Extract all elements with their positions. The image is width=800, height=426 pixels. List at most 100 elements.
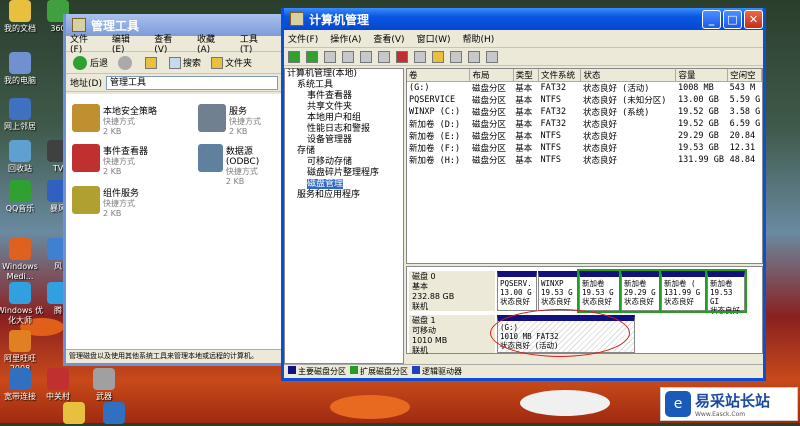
table-row[interactable]: PQSERVICE 磁盘分区 基本 NTFS 状态良好 (未知分区) 13.00 GB 5.… [407, 94, 762, 106]
maximize-button[interactable]: □ [723, 9, 742, 29]
tree-node[interactable]: 磁盘碎片整理程序 [285, 168, 403, 179]
table-cell: FAT32 [540, 107, 567, 117]
disk0-partition[interactable]: PQSERV. 13.00 G 状态良好 [497, 271, 537, 311]
shortcut-item[interactable]: 数据源 (ODBC) 快捷方式 2 KB [198, 144, 282, 187]
forward-button[interactable] [115, 54, 138, 72]
item-size: 2 KB [225, 177, 245, 186]
shortcut-item[interactable]: 组件服务 快捷方式 2 KB [72, 186, 139, 219]
table-row[interactable]: (G:) 磁盘分区 基本 FAT32 状态良好 (活动) 1008 MB 543 M [407, 82, 762, 94]
table-cell: 新加卷 (D:) [409, 120, 461, 130]
column-header[interactable]: 文件系统 [538, 69, 582, 82]
disk0-label[interactable]: 磁盘 0 基本 232.88 GB 联机 [409, 271, 495, 311]
tree-node[interactable]: 事件查看器 [285, 91, 403, 102]
desktop-icon[interactable]: 武器 [80, 368, 128, 402]
toolbar-tool-icon[interactable] [324, 50, 336, 63]
tree-node[interactable]: 性能日志和警报 [285, 124, 403, 135]
tree-node[interactable]: 可移动存储 [285, 157, 403, 168]
shortcut-item[interactable]: 服务 快捷方式 2 KB [198, 104, 261, 137]
app-icon [9, 238, 31, 260]
disk0-partition[interactable]: 新加卷 19.53 GI 状态良好 [705, 269, 747, 315]
desktop-icon[interactable]: 中关村 [34, 368, 82, 402]
toolbar-tool-icon[interactable] [306, 50, 318, 63]
column-header[interactable]: 空闲空 [727, 69, 762, 82]
tree-node[interactable]: 共享文件夹 [285, 102, 403, 113]
table-row[interactable]: WINXP (C:) 磁盘分区 基本 FAT32 状态良好 (系统) 19.52 GB 3.… [407, 106, 762, 118]
search-icon [169, 56, 182, 69]
table-cell: WINXP (C:) [409, 107, 461, 117]
disk1-status: 联机 [412, 346, 428, 355]
table-cell: FAT32 [540, 83, 567, 93]
disk0-partition[interactable]: 新加卷 29.29 G 状态良好 [619, 269, 662, 313]
cm-menu-file[interactable]: 文件(F) [288, 32, 318, 45]
table-cell: 磁盘分区 [471, 144, 506, 154]
cm-menu-help[interactable]: 帮助(H) [463, 32, 495, 45]
table-cell: NTFS [540, 95, 562, 105]
tree-node-label: 存储 [297, 146, 316, 156]
item-size: 2 KB [103, 127, 122, 136]
disk1-size: 1010 MB [412, 336, 448, 345]
menu-tools[interactable]: 工具(T) [240, 32, 270, 55]
tree-node[interactable]: 设备管理器 [285, 135, 403, 146]
menu-view[interactable]: 查看(V) [154, 32, 185, 55]
desktop-icon[interactable]: 我的电脑 [0, 52, 44, 86]
toolbar-tool-icon[interactable] [432, 50, 444, 63]
taskbar-icon-2[interactable] [90, 402, 138, 426]
app-icon [9, 98, 31, 120]
up-button[interactable] [142, 54, 162, 72]
column-header[interactable]: 类型 [513, 69, 540, 82]
table-row[interactable]: 新加卷 (F:) 磁盘分区 基本 NTFS 状态良好 19.53 GB 12.31 [407, 142, 762, 154]
disk1-label[interactable]: 磁盘 1 可移动 1010 MB 联机 [409, 315, 495, 355]
tree-node[interactable]: 服务和应用程序 [285, 190, 403, 201]
search-button[interactable]: 搜索 [166, 54, 204, 72]
toolbar-tool-icon[interactable] [486, 50, 498, 63]
toolbar-tool-icon[interactable] [414, 50, 426, 63]
back-button[interactable]: 后退 [70, 54, 111, 72]
toolbar-tool-icon[interactable] [468, 50, 480, 63]
cm-menu-window[interactable]: 窗口(W) [417, 32, 451, 45]
tree-node[interactable]: 磁盘管理 [285, 179, 403, 190]
cm-menu-view[interactable]: 查看(V) [373, 32, 404, 45]
tree-node[interactable]: 存储 [285, 146, 403, 157]
desktop-icon-label: 我的电脑 [4, 76, 36, 85]
address-input[interactable]: 管理工具 [105, 75, 278, 90]
column-header[interactable]: 状态 [580, 69, 677, 82]
toolbar-tool-icon[interactable] [288, 50, 300, 63]
toolbar-tool-icon[interactable] [396, 50, 408, 63]
tree-node[interactable]: 系统工具 [285, 80, 403, 91]
tree-node[interactable]: 计算机管理(本地) [285, 69, 403, 80]
partition-status: 状态良好 [710, 306, 740, 315]
menu-favorites[interactable]: 收藏(A) [197, 32, 228, 55]
folders-button[interactable]: 文件夹 [208, 54, 255, 72]
menu-file[interactable]: 文件(F) [70, 32, 100, 55]
toolbar-tool-icon[interactable] [360, 50, 372, 63]
shortcut-item[interactable]: 事件查看器 快捷方式 2 KB [72, 144, 148, 177]
disk1-type: 可移动 [412, 326, 436, 335]
table-cell: 状态良好 [582, 144, 617, 154]
partition-size: 131.99 G [664, 288, 701, 297]
disk0-partition[interactable]: 新加卷 (131.99 G 状态良好 [659, 269, 708, 313]
menu-edit[interactable]: 编辑(E) [112, 32, 142, 55]
table-row[interactable]: 新加卷 (D:) 磁盘分区 基本 FAT32 状态良好 19.52 GB 6.59 G [407, 118, 762, 130]
cm-menu-action[interactable]: 操作(A) [330, 32, 361, 45]
table-row[interactable]: 新加卷 (E:) 磁盘分区 基本 NTFS 状态良好 29.29 GB 20.84 [407, 130, 762, 142]
column-header[interactable]: 容量 [675, 69, 729, 82]
toolbar-tool-icon[interactable] [342, 50, 354, 63]
table-row[interactable]: 新加卷 (H:) 磁盘分区 基本 NTFS 状态良好 131.99 GB 48.84 [407, 154, 762, 166]
table-cell: 磁盘分区 [471, 156, 506, 166]
toolbar-tool-icon[interactable] [378, 50, 390, 63]
cm-menubar: 文件(F) 操作(A) 查看(V) 窗口(W) 帮助(H) [284, 30, 763, 48]
toolbar-tool-icon[interactable] [450, 50, 462, 63]
disk0-partition[interactable]: 新加卷 19.53 G 状态良好 [577, 269, 622, 313]
disk0-type: 基本 [412, 282, 428, 291]
desktop-icon[interactable]: 网上邻居 [0, 98, 44, 132]
close-button[interactable]: ✕ [744, 9, 763, 29]
column-header[interactable]: 卷 [407, 69, 471, 82]
cm-titlebar[interactable]: 计算机管理 _ □ ✕ [284, 8, 763, 30]
volume-list: 卷布局 类型 文件系统 状态 容量 空闲空 (G:) 磁盘分区 基本 FAT32 状态良好 (活动)… [406, 68, 763, 264]
disk0-partition[interactable]: WINXP 19.53 G 状态良好 [538, 271, 578, 311]
column-header[interactable]: 布局 [469, 69, 514, 82]
shortcut-item[interactable]: 本地安全策略 快捷方式 2 KB [72, 104, 157, 137]
minimize-button[interactable]: _ [702, 9, 721, 29]
legend-label: 逻辑驱动器 [422, 367, 462, 376]
tree-node[interactable]: 本地用户和组 [285, 113, 403, 124]
